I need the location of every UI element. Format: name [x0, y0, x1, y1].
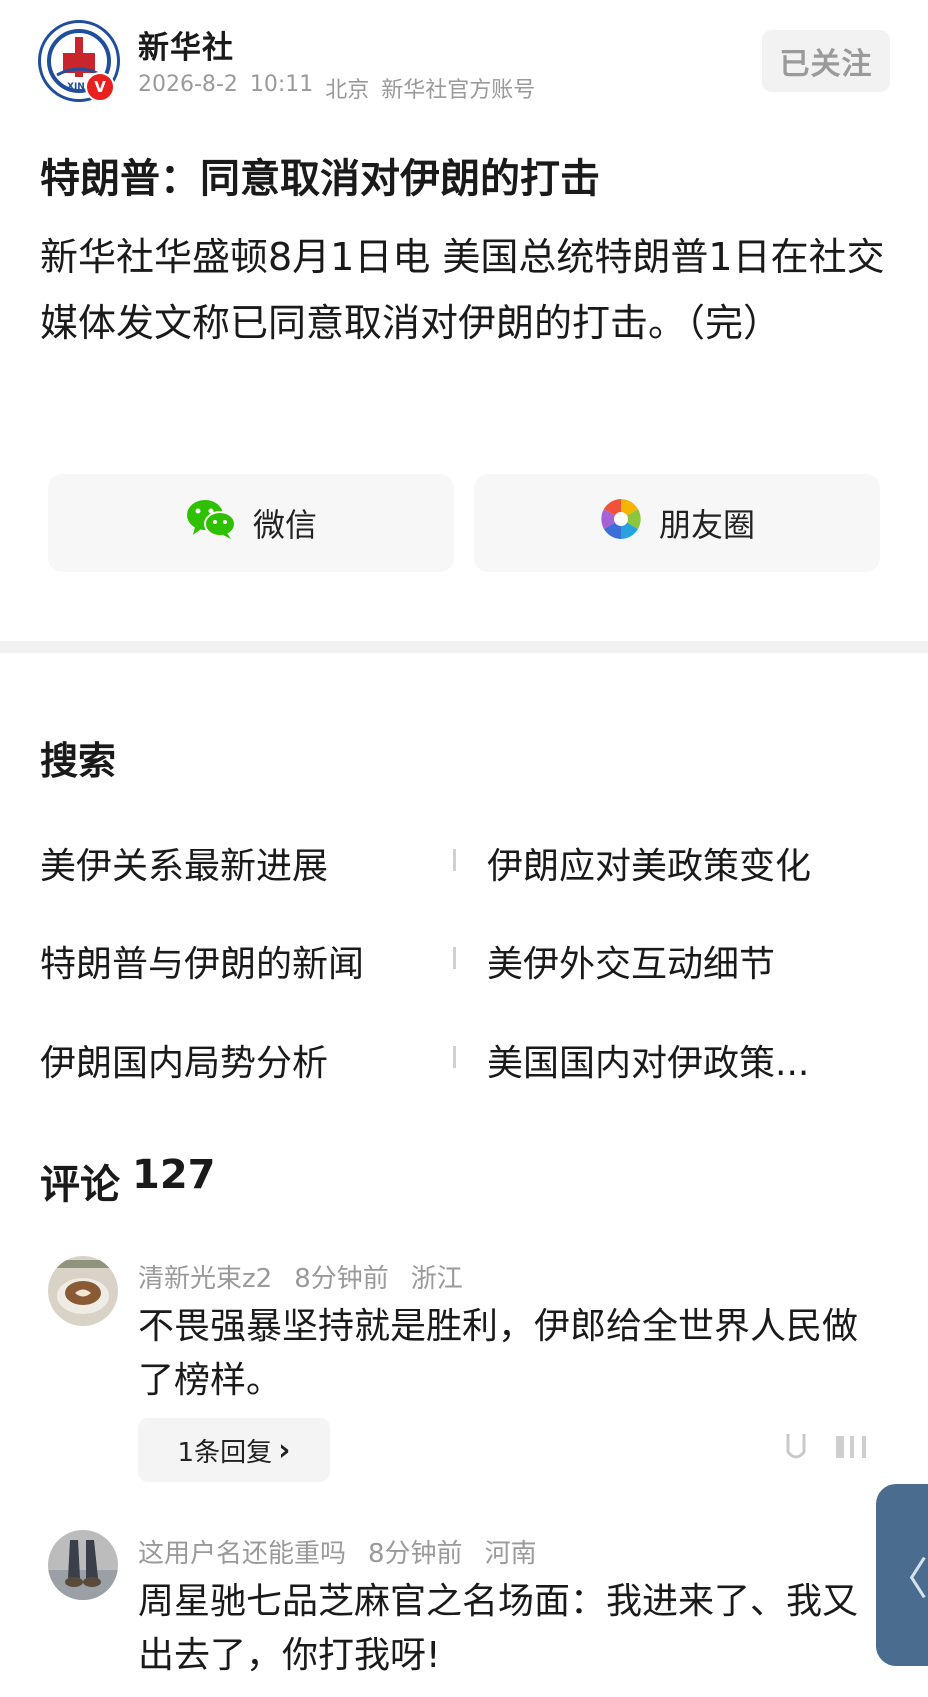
comments-heading-label: 评论 — [40, 1162, 120, 1208]
search-suggestion[interactable]: 伊朗国内局势分析 — [40, 1034, 328, 1086]
article-title: 特朗普：同意取消对伊朗的打击 — [40, 156, 600, 202]
share-wechat-label: 微信 — [252, 506, 317, 544]
search-separator — [453, 849, 456, 871]
post-date: 2026-8-2 — [138, 72, 238, 97]
side-panel-tab[interactable]: 〈 — [876, 1484, 928, 1666]
follow-button[interactable]: 已关注 — [762, 30, 890, 92]
comment-user[interactable]: 这用户名还能重吗 — [138, 1533, 346, 1570]
search-suggestion[interactable]: 美国国内对伊政策... — [487, 1034, 809, 1086]
commenter-avatar[interactable] — [48, 1256, 118, 1326]
chevron-left-icon: 〈 — [884, 1554, 928, 1605]
search-separator — [453, 947, 456, 969]
commenter-avatar[interactable] — [48, 1530, 118, 1600]
share-wechat-button[interactable]: 微信 — [48, 474, 454, 572]
comment-time: 8分钟前 — [294, 1264, 389, 1294]
comment-user[interactable]: 清新光束z2 — [138, 1258, 272, 1295]
comment-meta: 清新光束z2 8分钟前 浙江 — [138, 1258, 463, 1295]
search-suggestion[interactable]: 美伊外交互动细节 — [487, 935, 775, 987]
comment-text: 周星驰七品芝麻官之名场面：我进来了、我又出去了，你打我呀! — [138, 1581, 859, 1676]
moments-icon — [599, 497, 643, 549]
reply-count-label: 1条回复 — [177, 1437, 273, 1468]
article-body: 新华社华盛顿8月1日电 美国总统特朗普1日在社交媒体发文称已同意取消对伊朗的打击… — [40, 235, 885, 345]
account-name[interactable]: 新华社 — [138, 22, 234, 67]
account-type: 新华社官方账号 — [381, 78, 536, 103]
post-time: 10:11 — [249, 72, 314, 97]
like-icon[interactable] — [784, 1432, 808, 1466]
comment-meta: 这用户名还能重吗 8分钟前 河南 — [138, 1533, 537, 1570]
comment-text: 不畏强暴坚持就是胜利，伊郎给全世界人民做了榜样。 — [138, 1306, 859, 1401]
comment-actions — [784, 1432, 874, 1466]
post-location: 北京 — [325, 78, 370, 103]
comments-heading: 评论 127 — [40, 1152, 216, 1210]
post-meta: 2026-8-2 10:11 北京 新华社官方账号 — [138, 72, 535, 104]
article-page: XINH V 新华社 2026-8-2 10:11 北京 新华社官方账号 已关注… — [0, 0, 928, 1697]
share-moments-label: 朋友圈 — [658, 506, 755, 544]
verified-badge: V — [85, 72, 115, 102]
section-divider — [0, 641, 928, 653]
chevron-right-icon: › — [278, 1432, 291, 1468]
article-header: XINH V 新华社 2026-8-2 10:11 北京 新华社官方账号 已关注 — [0, 0, 928, 120]
comment-region: 浙江 — [410, 1264, 463, 1294]
search-separator — [453, 1046, 456, 1068]
share-moments-button[interactable]: 朋友圈 — [474, 474, 880, 572]
comments-count: 127 — [132, 1152, 216, 1198]
more-icon[interactable] — [834, 1434, 874, 1464]
search-suggestion[interactable]: 美伊关系最新进展 — [40, 837, 328, 889]
search-suggestion[interactable]: 伊朗应对美政策变化 — [487, 837, 811, 889]
comment-time: 8分钟前 — [368, 1539, 463, 1569]
search-heading: 搜索 — [40, 739, 117, 783]
search-suggestion[interactable]: 特朗普与伊朗的新闻 — [40, 935, 364, 987]
comment-region: 河南 — [484, 1539, 537, 1569]
wechat-icon — [185, 497, 237, 549]
view-replies-button[interactable]: 1条回复 › — [138, 1418, 330, 1482]
